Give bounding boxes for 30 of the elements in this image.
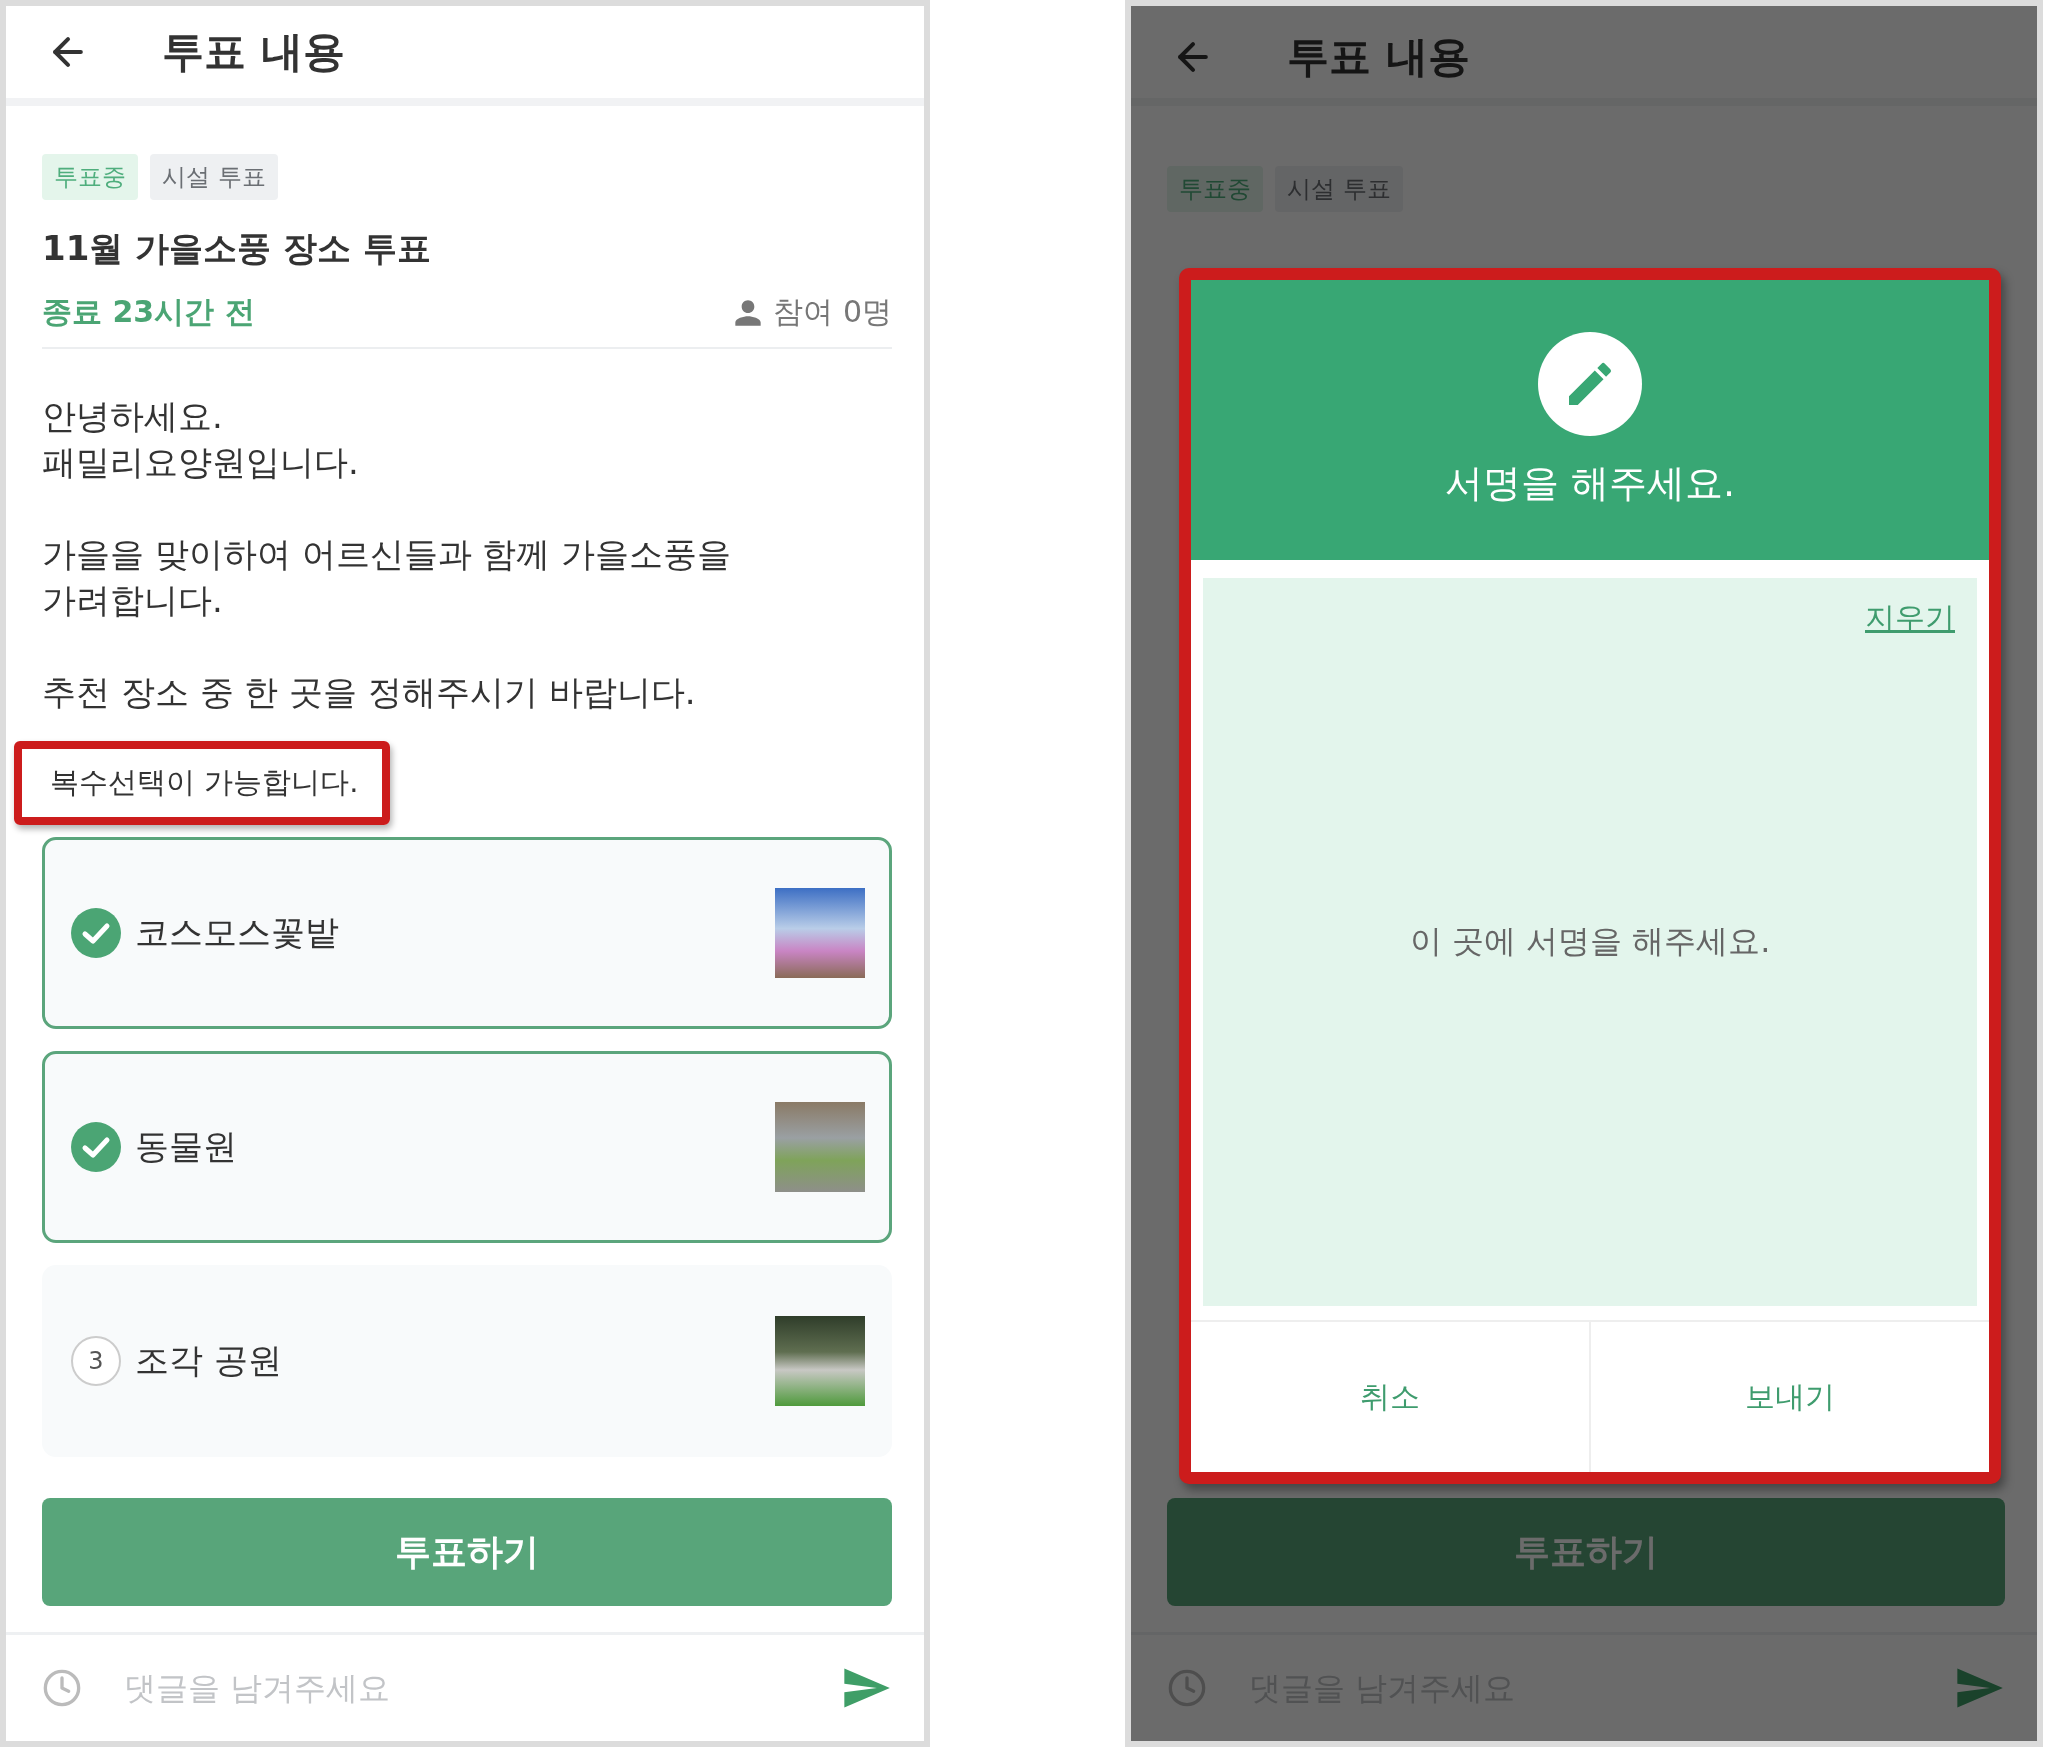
option-number: 3 <box>71 1336 121 1386</box>
page-title: 투표 내용 <box>1287 31 1470 83</box>
body-paragraph: 가을을 맞이하여 어르신들과 함께 가을소풍을 가려합니다. <box>42 533 733 622</box>
body-paragraph: 추천 장소 중 한 곳을 정해주시기 바랍니다. <box>42 671 697 714</box>
send-text-button[interactable]: 보내기 <box>1589 1322 1989 1472</box>
option-card[interactable]: 동물원 <box>42 1051 892 1243</box>
option-card[interactable]: 코스모스꽃밭 <box>42 837 892 1029</box>
poll-title: 11월 가을소풍 장소 투표 <box>42 227 432 270</box>
clock-icon <box>1167 1668 1207 1708</box>
option-label: 코스모스꽃밭 <box>135 911 340 954</box>
participant-count: 참여 0명 <box>773 293 892 331</box>
category-tag: 시설 투표 <box>150 154 278 200</box>
comment-field[interactable]: 댓글을 남겨주세요 <box>122 1668 800 1708</box>
status-tag: 투표중 <box>42 154 138 200</box>
body-paragraph: 안녕하세요. 패밀리요양원입니다. <box>42 395 360 484</box>
signature-hint: 이 곳에 서명을 해주세요. <box>1409 921 1771 962</box>
dialog-title: 서명을 해주세요. <box>1444 459 1736 507</box>
signature-pad[interactable]: 지우기 이 곳에 서명을 해주세요. <box>1203 578 1977 1306</box>
deadline-text: 종료 23시간 전 <box>42 293 255 331</box>
vote-button[interactable]: 투표하기 <box>1167 1498 2005 1606</box>
highlighted-note: 복수선택이 가능합니다. <box>14 741 391 825</box>
clear-link[interactable]: 지우기 <box>1865 598 1955 639</box>
option-label: 조각 공원 <box>135 1339 283 1382</box>
vote-button[interactable]: 투표하기 <box>42 1498 892 1606</box>
clock-icon <box>42 1668 82 1708</box>
cancel-button[interactable]: 취소 <box>1191 1322 1589 1472</box>
page-title: 투표 내용 <box>162 26 345 78</box>
option-label: 동물원 <box>135 1125 238 1168</box>
status-tag: 투표중 <box>1167 166 1263 212</box>
option-card[interactable]: 3 조각 공원 <box>42 1265 892 1457</box>
